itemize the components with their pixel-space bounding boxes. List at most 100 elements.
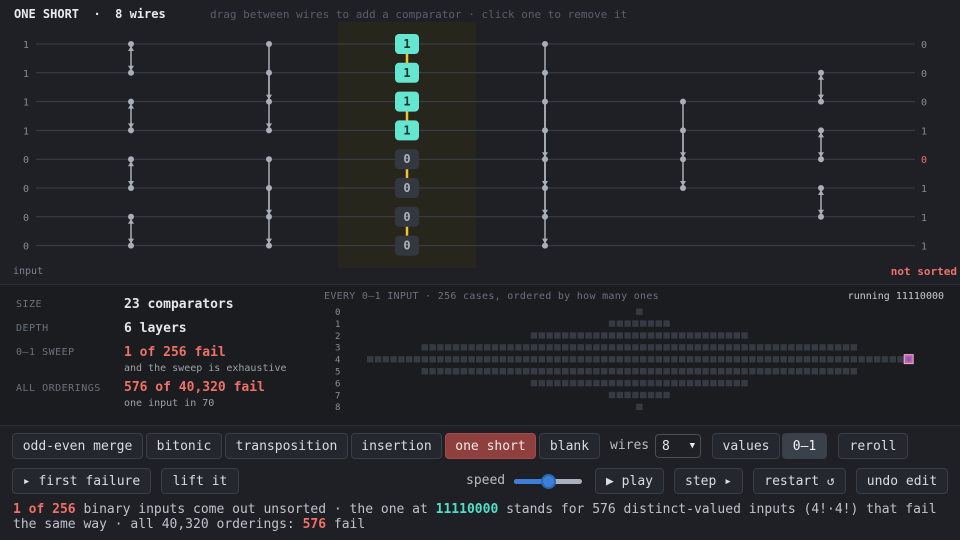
sweep-case[interactable] (718, 379, 725, 387)
sweep-case[interactable] (601, 368, 608, 375)
sweep-case[interactable] (725, 379, 733, 387)
sweep-case[interactable] (655, 332, 662, 339)
sweep-case[interactable] (671, 332, 678, 339)
sweep-case[interactable] (538, 344, 545, 351)
sweep-case[interactable] (772, 368, 779, 375)
sweep-case[interactable] (608, 344, 616, 351)
sweep-case[interactable] (764, 356, 772, 363)
sweep-case[interactable] (796, 356, 803, 363)
sweep-case[interactable] (725, 368, 733, 375)
sweep-case[interactable] (749, 344, 756, 351)
sweep-case[interactable] (655, 391, 662, 399)
sweep-case[interactable] (562, 368, 569, 375)
sweep-case[interactable] (803, 356, 811, 363)
sweep-case[interactable] (577, 379, 584, 387)
sweep-case[interactable] (694, 344, 701, 351)
sweep-case[interactable] (733, 379, 740, 387)
sweep-case[interactable] (484, 344, 491, 351)
sweep-case[interactable] (663, 332, 670, 339)
sweep-case[interactable] (554, 356, 561, 363)
sweep-case[interactable] (866, 356, 873, 363)
sweep-case[interactable] (757, 368, 764, 375)
sweep-case[interactable] (647, 391, 655, 399)
sweep-case[interactable] (702, 344, 709, 351)
sweep-case[interactable] (546, 368, 553, 375)
sweep-case[interactable] (686, 368, 694, 375)
binary-sweep-grid[interactable]: 0 1 2 3 4 56 7 8 (330, 305, 940, 417)
sweep-case[interactable] (390, 356, 397, 363)
sweep-case[interactable] (647, 368, 655, 375)
sweep-case[interactable] (850, 368, 857, 375)
sweep-case[interactable] (874, 356, 881, 363)
sweep-case[interactable] (663, 368, 670, 375)
sweep-case[interactable] (382, 356, 389, 363)
sweep-case[interactable] (679, 368, 686, 375)
sweep-case[interactable] (640, 344, 647, 351)
sweep-case[interactable] (788, 368, 795, 375)
preset-bitonic-button[interactable]: bitonic (146, 433, 222, 459)
first-failure-button[interactable]: ▸ first failure (12, 468, 151, 494)
sweep-case[interactable] (507, 356, 514, 363)
sweep-case[interactable] (601, 332, 608, 339)
sweep-case[interactable] (530, 368, 538, 375)
sweep-case[interactable] (850, 356, 857, 363)
sweep-case[interactable] (741, 332, 748, 339)
sweep-case[interactable] (491, 356, 499, 363)
sweep-case[interactable] (616, 391, 623, 399)
sweep-case[interactable] (757, 344, 764, 351)
sweep-case[interactable] (663, 344, 670, 351)
mode-0-1-button[interactable]: 0–1 (782, 433, 827, 459)
sweep-case[interactable] (858, 356, 865, 363)
sweep-case[interactable] (671, 379, 678, 387)
sweep-case[interactable] (655, 344, 662, 351)
sweep-case[interactable] (585, 368, 592, 375)
sweep-case[interactable] (608, 356, 616, 363)
sweep-case[interactable] (686, 344, 694, 351)
sweep-case[interactable] (421, 356, 428, 363)
sweep-case[interactable] (803, 344, 811, 351)
sweep-case[interactable] (636, 308, 643, 315)
reroll-button[interactable]: reroll (838, 433, 908, 459)
sweep-case[interactable] (585, 356, 592, 363)
sweep-case[interactable] (530, 379, 538, 387)
sweep-case[interactable] (718, 356, 725, 363)
sweep-case[interactable] (632, 391, 639, 399)
values-button[interactable]: values (712, 433, 780, 459)
preset-insertion-button[interactable]: insertion (351, 433, 442, 459)
sweep-case[interactable] (616, 379, 623, 387)
sweep-case[interactable] (468, 368, 475, 375)
sweep-case[interactable] (725, 332, 733, 339)
sweep-case[interactable] (624, 356, 631, 363)
sweep-case[interactable] (710, 379, 717, 387)
sweep-case[interactable] (554, 368, 561, 375)
sweep-case[interactable] (530, 332, 538, 339)
sweep-case[interactable] (538, 332, 545, 339)
sweep-case[interactable] (554, 379, 561, 387)
sweep-case[interactable] (780, 344, 787, 351)
sweep-case[interactable] (655, 356, 662, 363)
sweep-case[interactable] (515, 344, 522, 351)
sweep-case[interactable] (788, 356, 795, 363)
sweep-case[interactable] (702, 332, 709, 339)
sweep-case[interactable] (632, 379, 639, 387)
sweep-case[interactable] (741, 356, 748, 363)
sweep-case[interactable] (827, 344, 834, 351)
sweep-case[interactable] (577, 356, 584, 363)
sweep-case[interactable] (796, 344, 803, 351)
sweep-case[interactable] (421, 368, 428, 375)
sweep-case[interactable] (499, 344, 506, 351)
sweep-case[interactable] (429, 356, 436, 363)
sweep-case[interactable] (702, 379, 709, 387)
sweep-case[interactable] (468, 356, 475, 363)
sweep-case[interactable] (523, 344, 530, 351)
sweep-case[interactable] (616, 368, 623, 375)
sweep-case[interactable] (640, 332, 647, 339)
sweep-case[interactable] (718, 368, 725, 375)
sweep-case[interactable] (546, 356, 553, 363)
sweep-case[interactable] (640, 320, 647, 327)
sweep-case[interactable] (710, 332, 717, 339)
sweep-case[interactable] (452, 356, 460, 363)
sweep-case[interactable] (671, 356, 678, 363)
sweep-case[interactable] (523, 368, 530, 375)
sweep-case[interactable] (811, 344, 818, 351)
